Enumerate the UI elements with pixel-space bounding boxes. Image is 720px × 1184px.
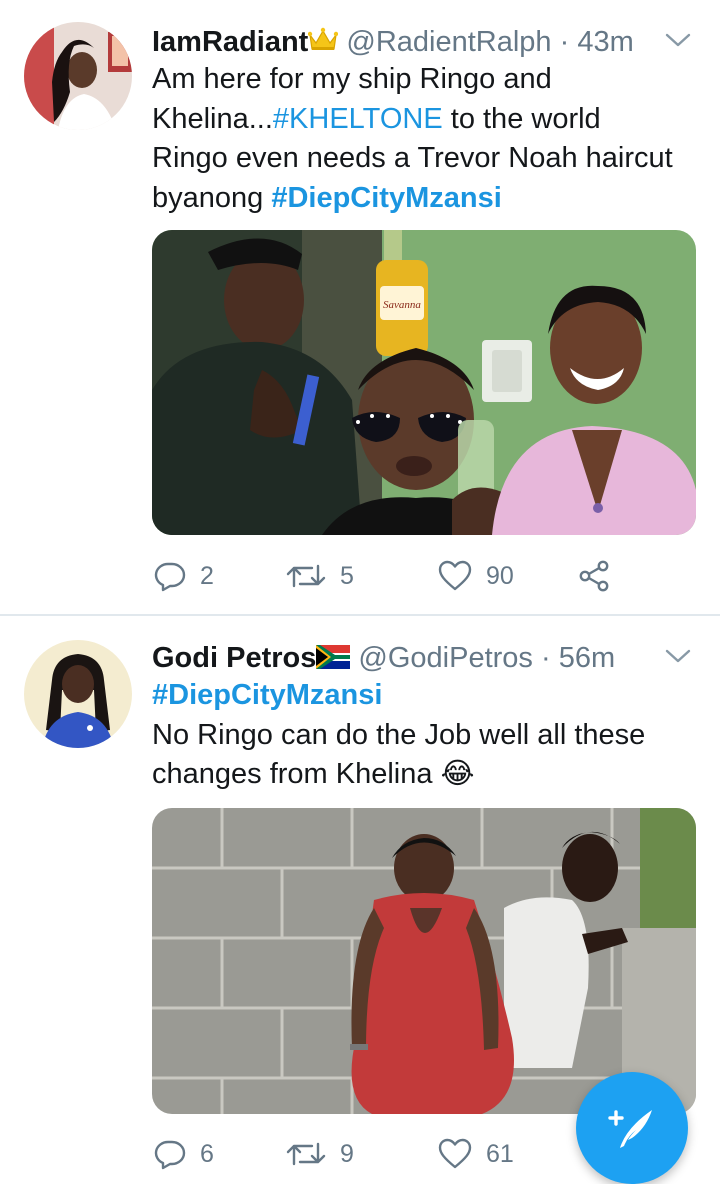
like-icon bbox=[438, 1138, 472, 1169]
tweet-actions: 2 5 90 bbox=[152, 556, 692, 596]
laughing-emoji: 😂 bbox=[440, 758, 475, 790]
tweet-photo[interactable]: Savanna bbox=[152, 230, 696, 535]
timestamp[interactable]: 43m bbox=[577, 26, 633, 58]
tweet-text-line: No Ringo can do the Job well all these bbox=[152, 716, 712, 756]
compose-tweet-icon bbox=[608, 1110, 652, 1148]
separator-dot: · bbox=[559, 26, 570, 58]
like-icon bbox=[438, 560, 472, 591]
retweet-icon bbox=[286, 564, 326, 588]
retweet-count: 5 bbox=[340, 561, 354, 590]
tweet-text: Am here for my ship Ringo and Khelina...#… bbox=[152, 60, 712, 218]
tweet-text-line: byanong #DiepCityMzansi bbox=[152, 179, 712, 219]
retweet-button[interactable]: 9 bbox=[286, 1134, 354, 1174]
separator-dot: · bbox=[541, 642, 551, 674]
user-handle[interactable]: @RadientRalph bbox=[346, 26, 551, 58]
like-count: 90 bbox=[486, 561, 514, 590]
reply-button[interactable]: 6 bbox=[154, 1134, 214, 1174]
reply-icon bbox=[154, 1140, 186, 1170]
reply-count: 6 bbox=[200, 1139, 214, 1168]
tweet-text-segment: changes from Khelina bbox=[152, 758, 441, 790]
tweet-header: Godi Petros @GodiPetros · 56m bbox=[152, 640, 615, 678]
chevron-down-icon[interactable] bbox=[664, 30, 692, 50]
chevron-down-icon[interactable] bbox=[664, 646, 692, 666]
display-name[interactable]: Godi Petros bbox=[152, 642, 316, 674]
reply-count: 2 bbox=[200, 561, 214, 590]
tweet-text-segment: to the world bbox=[442, 102, 601, 135]
tweet-text-segment: Am here for my ship Ringo and bbox=[152, 63, 552, 95]
display-name[interactable]: IamRadiant bbox=[152, 26, 308, 58]
user-handle[interactable]: @GodiPetros bbox=[358, 642, 533, 674]
tweet-text-segment: Khelina... bbox=[152, 102, 273, 135]
tweet-text-line: changes from Khelina 😂 bbox=[152, 755, 712, 795]
tweet-text-segment: Ringo even needs a Trevor Noah haircut bbox=[152, 142, 673, 174]
hashtag-link[interactable]: #KHELTONE bbox=[273, 103, 443, 135]
tweet-text-line: Am here for my ship Ringo and bbox=[152, 60, 712, 100]
avatar[interactable] bbox=[24, 22, 132, 130]
like-button[interactable]: 61 bbox=[438, 1134, 514, 1174]
hashtag-link[interactable]: #DiepCityMzansi bbox=[152, 679, 382, 711]
timestamp[interactable]: 56m bbox=[559, 642, 615, 674]
svg-text:Savanna: Savanna bbox=[383, 299, 421, 311]
reply-icon bbox=[154, 562, 186, 592]
retweet-count: 9 bbox=[340, 1139, 354, 1168]
crown-emoji bbox=[308, 26, 339, 62]
retweet-icon bbox=[286, 1142, 326, 1166]
tweet-text-line: Ringo even needs a Trevor Noah haircut bbox=[152, 139, 712, 179]
tweet-text-segment: byanong bbox=[152, 181, 272, 214]
like-count: 61 bbox=[486, 1139, 514, 1168]
avatar[interactable] bbox=[24, 640, 132, 748]
tweet-text-line: Khelina...#KHELTONE to the world bbox=[152, 100, 712, 140]
retweet-button[interactable]: 5 bbox=[286, 556, 354, 596]
tweet-header: IamRadiant @RadientRalph · 43m bbox=[152, 24, 634, 62]
reply-button[interactable]: 2 bbox=[154, 556, 214, 596]
share-icon bbox=[579, 560, 609, 592]
like-button[interactable]: 90 bbox=[438, 556, 514, 596]
tweet-text-line: #DiepCityMzansi bbox=[152, 676, 712, 716]
tweet-card[interactable]: IamRadiant @RadientRalph · 43m Am here f… bbox=[0, 0, 720, 614]
hashtag-link[interactable]: #DiepCityMzansi bbox=[271, 182, 501, 214]
share-button[interactable] bbox=[578, 556, 610, 596]
tweet-text-segment: No Ringo can do the Job well all these bbox=[152, 718, 646, 751]
south-africa-flag-emoji bbox=[316, 642, 351, 678]
tweet-photo[interactable] bbox=[152, 808, 696, 1114]
compose-tweet-button[interactable] bbox=[576, 1072, 688, 1184]
tweet-text: #DiepCityMzansi No Ringo can do the Job w… bbox=[152, 676, 712, 795]
